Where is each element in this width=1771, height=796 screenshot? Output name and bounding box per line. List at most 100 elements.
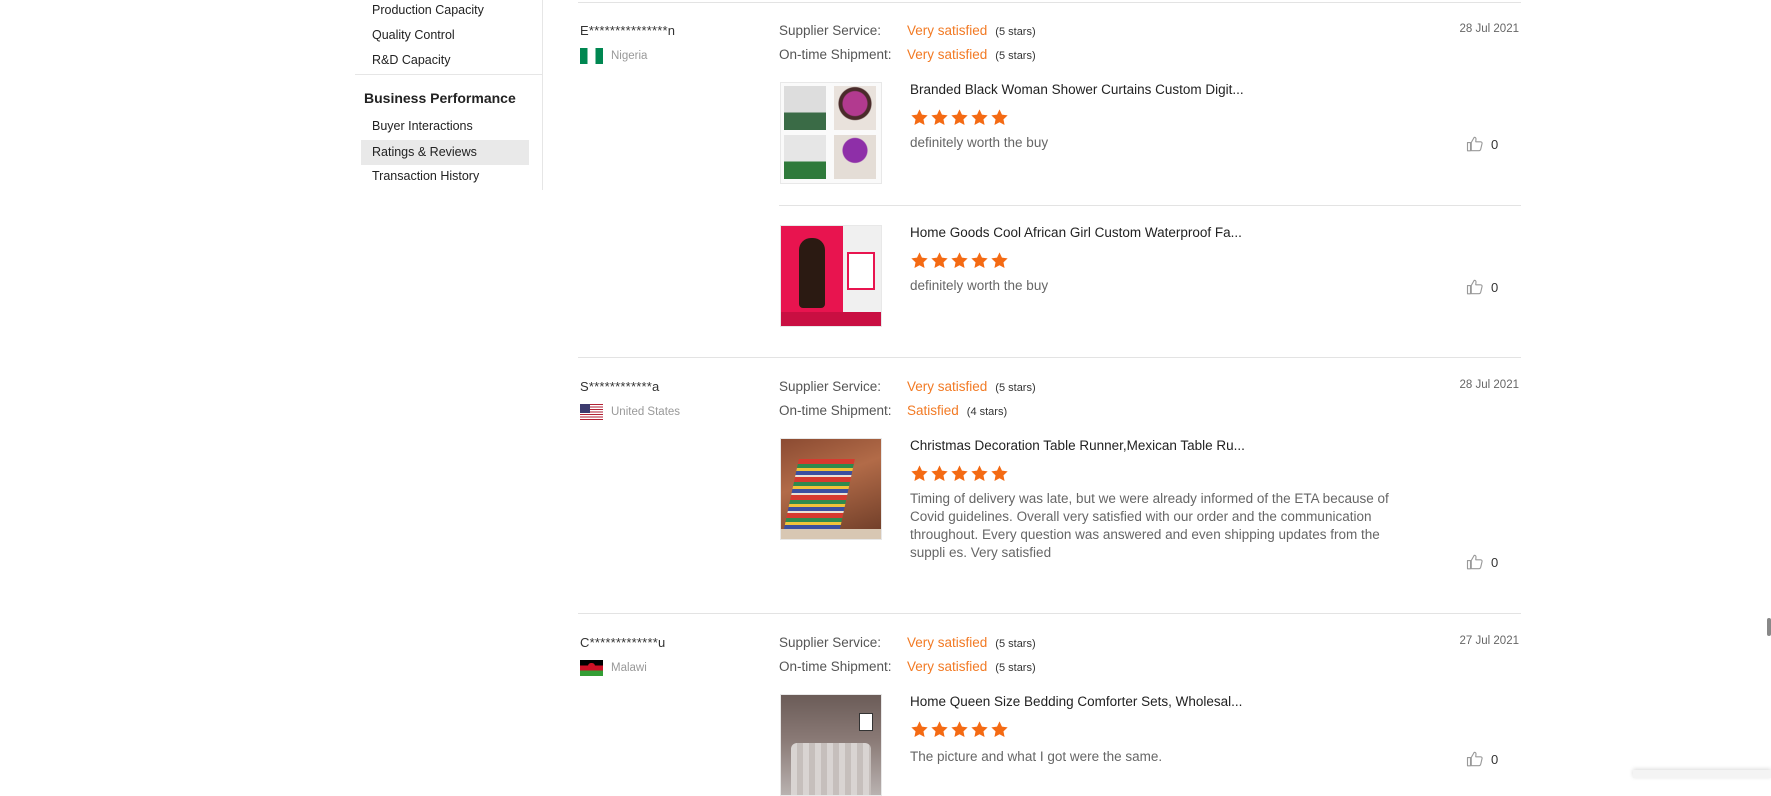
sidebar-item-quality-control[interactable]: Quality Control	[361, 23, 529, 48]
product-thumbnail[interactable]	[780, 225, 882, 327]
supplier-service-value: Very satisfied	[907, 635, 988, 650]
like-button[interactable]: 0	[1466, 750, 1498, 768]
supplier-service-rating: Supplier Service: Very satisfied (5 stars)	[779, 379, 1036, 394]
sidebar-item-rd-capacity[interactable]: R&D Capacity	[361, 48, 529, 73]
star-icon	[971, 721, 988, 737]
reviewer-country: United States	[580, 404, 680, 420]
sidebar-item-label: Quality Control	[372, 28, 455, 42]
supplier-service-label: Supplier Service:	[779, 23, 882, 38]
product-title-link[interactable]: Home Queen Size Bedding Comforter Sets, …	[910, 694, 1242, 709]
ontime-shipment-stars: (5 stars)	[995, 50, 1036, 62]
review-text: The picture and what I got were the same…	[910, 749, 1163, 764]
star-icon	[931, 252, 948, 268]
sidebar-item-buyer-interactions[interactable]: Buyer Interactions	[361, 114, 529, 139]
thumbs-up-icon	[1466, 554, 1483, 570]
sidebar-item-ratings-reviews[interactable]: Ratings & Reviews	[361, 140, 529, 165]
list-top-divider	[578, 2, 1521, 3]
like-count: 0	[1491, 554, 1499, 570]
product-rating-stars	[910, 108, 1009, 127]
ontime-shipment-rating: On-time Shipment: Very satisfied (5 stars)	[779, 659, 1036, 674]
like-button[interactable]: 0	[1466, 553, 1498, 571]
supplier-service-label: Supplier Service:	[779, 635, 882, 650]
review-divider	[578, 613, 1521, 614]
thumbs-up-icon	[1466, 136, 1483, 152]
reviewer-country: Malawi	[580, 660, 647, 676]
ontime-shipment-stars: (4 stars)	[966, 406, 1008, 418]
review-divider	[578, 357, 1521, 358]
reviewer-name: E***************n	[580, 23, 676, 38]
product-thumbnail[interactable]	[780, 694, 882, 796]
ontime-shipment-label: On-time Shipment:	[779, 659, 892, 674]
product-rating-stars	[910, 720, 1009, 739]
country-name: Nigeria	[611, 50, 648, 62]
nigeria-flag-icon	[580, 48, 603, 64]
star-icon	[911, 109, 928, 125]
star-icon	[971, 109, 988, 125]
reviewer-country: Nigeria	[580, 48, 647, 64]
star-icon	[971, 252, 988, 268]
product-title-link[interactable]: Christmas Decoration Table Runner,Mexica…	[910, 438, 1245, 453]
like-count: 0	[1491, 279, 1499, 295]
product-rating-stars	[910, 251, 1009, 270]
supplier-service-value: Very satisfied	[907, 379, 988, 394]
product-thumbnail[interactable]	[780, 82, 882, 184]
like-button[interactable]: 0	[1466, 278, 1498, 296]
like-button[interactable]: 0	[1466, 135, 1498, 153]
ontime-shipment-rating: On-time Shipment: Very satisfied (5 stars)	[779, 47, 1036, 62]
product-divider	[779, 205, 1521, 206]
thumbs-up-icon	[1466, 751, 1483, 767]
review-text: definitely worth the buy	[910, 135, 1049, 150]
ontime-shipment-value: Very satisfied	[907, 47, 988, 62]
reviewer-name: C*************u	[580, 635, 666, 650]
star-icon	[991, 252, 1008, 268]
review-date: 27 Jul 2021	[1459, 635, 1519, 647]
ontime-shipment-rating: On-time Shipment: Satisfied (4 stars)	[779, 403, 1007, 418]
ontime-shipment-stars: (5 stars)	[995, 662, 1036, 674]
product-title-link[interactable]: Home Goods Cool African Girl Custom Wate…	[910, 225, 1242, 240]
sidebar-item-label: Ratings & Reviews	[372, 145, 477, 159]
review-text: Timing of delivery was late, but we were…	[910, 491, 1389, 560]
star-icon	[911, 721, 928, 737]
sidebar-item-label: R&D Capacity	[372, 53, 451, 67]
malawi-flag-icon	[580, 660, 603, 676]
star-icon	[951, 465, 968, 481]
review-text: definitely worth the buy	[910, 278, 1049, 293]
sidebar-divider	[355, 74, 542, 75]
supplier-service-rating: Supplier Service: Very satisfied (5 stars)	[779, 23, 1036, 38]
thumbs-up-icon	[1466, 279, 1483, 295]
supplier-service-label: Supplier Service:	[779, 379, 882, 394]
star-icon	[911, 465, 928, 481]
product-title-link[interactable]: Branded Black Woman Shower Curtains Cust…	[910, 82, 1244, 97]
supplier-service-value: Very satisfied	[907, 23, 988, 38]
star-icon	[951, 109, 968, 125]
like-count: 0	[1491, 136, 1499, 152]
supplier-service-stars: (5 stars)	[995, 382, 1036, 394]
product-thumbnail[interactable]	[780, 438, 882, 540]
sidebar-item-label: Buyer Interactions	[372, 119, 473, 133]
floating-panel-edge	[1633, 770, 1771, 778]
star-icon	[931, 465, 948, 481]
us-flag-icon	[580, 404, 603, 420]
star-icon	[991, 721, 1008, 737]
supplier-service-stars: (5 stars)	[995, 638, 1036, 650]
like-count: 0	[1491, 751, 1499, 767]
star-icon	[991, 465, 1008, 481]
star-icon	[951, 721, 968, 737]
supplier-service-stars: (5 stars)	[995, 26, 1036, 38]
scrollbar-handle[interactable]	[1767, 618, 1771, 636]
star-icon	[951, 252, 968, 268]
star-icon	[911, 252, 928, 268]
ontime-shipment-label: On-time Shipment:	[779, 47, 892, 62]
reviewer-name: S************a	[580, 379, 660, 394]
review-date: 28 Jul 2021	[1459, 23, 1519, 35]
star-icon	[971, 465, 988, 481]
ontime-shipment-value: Satisfied	[907, 403, 959, 418]
sidebar-item-transaction-history[interactable]: Transaction History	[361, 164, 529, 189]
sidebar-item-production-capacity[interactable]: Production Capacity	[361, 0, 529, 23]
supplier-service-rating: Supplier Service: Very satisfied (5 stars)	[779, 635, 1036, 650]
product-rating-stars	[910, 464, 1009, 483]
ontime-shipment-label: On-time Shipment:	[779, 403, 892, 418]
sidebar-item-label: Transaction History	[372, 169, 480, 183]
country-name: Malawi	[611, 662, 647, 674]
star-icon	[931, 721, 948, 737]
